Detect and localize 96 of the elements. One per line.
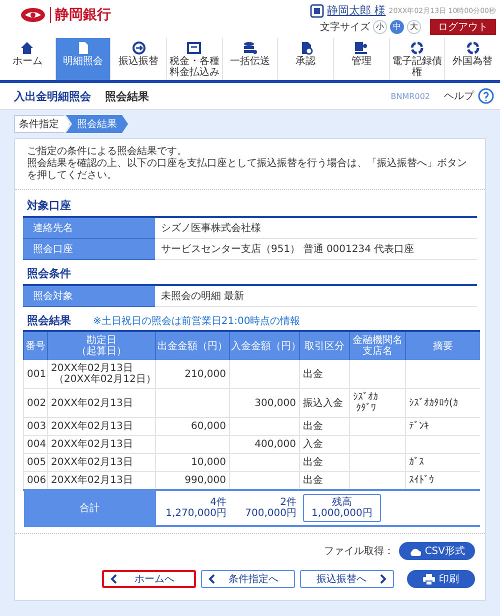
step-indicator: 条件指定 [14,115,70,133]
database-icon [243,41,258,55]
cloud-icon [408,546,421,556]
table-cell: 002 [24,388,48,418]
column-header: 番号 [25,340,46,352]
column-header: （起算日） [76,346,128,357]
font-size-button[interactable]: 中 [390,20,404,34]
nav-tab[interactable]: 電子記録債権 [388,38,444,80]
chevron-icon [380,574,387,584]
table-cell: 001 [24,360,48,388]
column-header: 摘要 [432,340,454,352]
field-value: 未照会の明細 最新 [155,285,477,306]
chevron-icon [110,574,117,584]
table-cell: 006 [24,472,48,490]
screen-id: BNMR002 [390,92,430,100]
table-cell: ｽｲﾄﾞｳ [406,472,480,490]
cycle-icon [410,41,424,55]
column-header: 勘定日 [86,335,118,346]
total-label: 合計 [24,490,156,526]
section-heading: 照会結果 [27,313,71,328]
field-label: 照会口座 [23,238,155,260]
font-size-button[interactable]: 大 [407,20,421,34]
note-text: ※土日祝日の照会は前営業日21:00時点の情報 [93,314,300,328]
table-cell: 300,000 [230,388,300,418]
step-indicator: 照会結果 [66,115,128,133]
table-cell: 出金 [300,418,350,436]
table-cell: 10,000 [156,454,230,472]
table-cell-text: 20XX年02月13日 [51,363,134,374]
table-cell-text: ｼｽﾞｵｶ [353,392,379,403]
table-cell-text: （20XX年02月12日） [53,374,152,385]
table-cell: 003 [24,418,48,436]
chevron-icon [208,574,215,584]
admin-icon [354,41,368,55]
balance-amount: 1,000,000円 [312,508,372,519]
table-cell: 005 [24,454,48,472]
section-heading: 対象口座 [27,198,72,213]
table-cell: 出金 [300,454,350,472]
navigation-button[interactable]: ホームへ [102,570,196,588]
navigation-button[interactable]: 振込振替へ [300,570,394,588]
instruction-text: 照会結果を確認の上、以下の口座を支払口座として振込振替を行う場合は、「振込振替へ」ボタンを押してください。 [27,158,468,182]
table-cell: 60,000 [156,418,230,436]
table-cell: 20XX年02月13日 [48,388,156,418]
column-header: 入金金額（円） [231,340,298,352]
table-cell: 400,000 [230,436,300,454]
total-count: 2件 [279,497,296,508]
help-link[interactable]: ヘルプ [444,89,474,103]
balance-label: 残高 [330,497,353,508]
table-cell: 20XX年02月13日 [48,436,156,454]
page-title: 入出金明細照会 [14,88,91,104]
column-header: 取引区分 [304,340,346,352]
csv-button[interactable]: CSV形式 [398,542,475,560]
column-header: 金融機関名 [352,335,404,346]
font-size-button[interactable]: 小 [373,20,387,34]
column-header: 支店名 [362,346,394,357]
table-cell: 入金 [300,436,350,454]
total-count: 4件 [209,497,226,508]
document-icon [76,41,90,55]
home-icon [20,41,34,55]
file-label: ファイル取得： [324,545,394,558]
printer-icon [423,574,435,584]
table-cell: 出金 [300,360,350,388]
font-size-label: 文字サイズ [320,20,370,34]
transfer-icon [132,41,146,55]
column-header: 出金金額（円） [157,340,228,352]
table-cell: 20XX年02月13日 [48,472,156,490]
page-subtitle: 照会結果 [105,88,149,104]
navigation-button[interactable]: 条件指定へ [201,570,295,588]
cycle-icon [466,41,480,55]
print-button[interactable]: 印刷 [407,570,475,588]
table-cell: 20XX年02月13日 [48,418,156,436]
field-value: シズノ医事株式会社様 [155,217,477,238]
table-cell: 20XX年02月13日 [48,454,156,472]
logout-button[interactable]: ログアウト [430,19,496,35]
field-value: サービスセンター支店（951） 普通 0001234 代表口座 [155,238,477,260]
nav-tab[interactable]: 税金・各種料金払込み [166,38,222,80]
table-cell: ｶﾞｽ [406,454,480,472]
table-cell: 出金 [300,472,350,490]
table-cell: ｼｽﾞｵｶﾀﾛｳ(ｶ [406,388,480,418]
section-heading: 照会条件 [27,266,72,281]
field-label: 連絡先名 [23,217,155,238]
nav-tab[interactable]: 明細照会 [54,38,110,80]
table-cell-text: ｸﾀﾞﾜ [355,403,377,414]
help-icon [478,88,494,104]
user-card-icon [310,4,324,18]
instruction-text: ご指定の条件による照会結果です。 [27,146,188,158]
field-label: 照会対象 [23,285,155,306]
table-cell: 004 [24,436,48,454]
table-cell: 210,000 [156,360,230,388]
table-cell: 振込入金 [300,388,350,418]
total-amount: 700,000円 [244,508,296,519]
total-amount: 1,270,000円 [164,508,226,519]
bank-logo-icon [20,7,46,23]
table-cell: ﾃﾞﾝｷ [406,418,480,436]
user-name: 静岡太郎 様 [327,3,386,18]
table-cell: 990,000 [156,472,230,490]
bank-name: 静岡銀行 [50,7,111,23]
